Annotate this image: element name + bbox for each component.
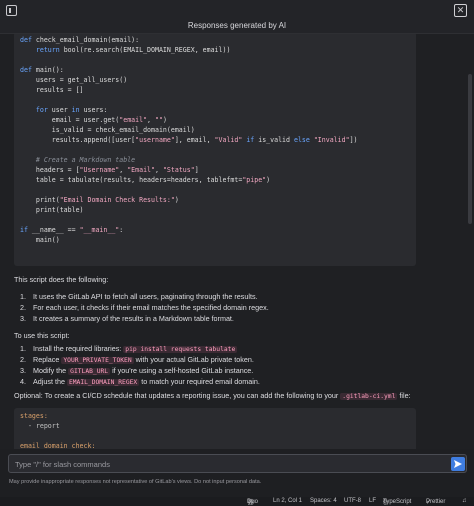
- panel-title: Responses generated by AI: [187, 21, 287, 30]
- code-line: if __name__ == "__main__":: [20, 226, 124, 234]
- list-item: 4. Adjust the EMAIL_DOMAIN_REGEX to match…: [20, 377, 260, 386]
- sidebar-toggle-icon[interactable]: [6, 5, 17, 16]
- chat-input[interactable]: [15, 458, 445, 470]
- code-line: main(): [20, 236, 60, 244]
- code-line: return bool(re.search(EMAIL_DOMAIN_REGEX…: [35, 46, 231, 54]
- code-line: users = get_all_users(): [20, 76, 128, 84]
- python-code-block: def check_email_domain(email): return bo…: [14, 34, 416, 266]
- indentation[interactable]: Spaces: 4: [310, 498, 337, 504]
- send-button[interactable]: [451, 457, 465, 471]
- code-line: # Create a Markdown table: [20, 156, 136, 164]
- inline-code: YOUR_PRIVATE_TOKEN: [61, 357, 134, 364]
- list-item: 1. Install the required libraries: pip in…: [20, 344, 238, 353]
- optional-note: Optional: To create a CI/CD schedule tha…: [14, 391, 411, 400]
- inline-code: EMAIL_DOMAIN_REGEX: [66, 379, 140, 386]
- usage-intro: To use this script:: [14, 331, 70, 340]
- line-ending[interactable]: LF: [369, 498, 376, 504]
- code-line: email_domain_check:: [20, 442, 96, 449]
- code-line: print("Email Domain Check Results:"): [20, 196, 179, 204]
- code-line: for user in users:: [35, 106, 108, 114]
- scrollbar[interactable]: [468, 74, 472, 224]
- cursor-position[interactable]: Ln 2, Col 1: [273, 498, 302, 504]
- send-icon: [454, 460, 462, 468]
- inline-code: GITLAB_URL: [68, 368, 111, 375]
- inline-code: pip install requests tabulate: [123, 346, 238, 353]
- code-line: results = []: [20, 86, 84, 94]
- encoding[interactable]: UTF-8: [344, 498, 361, 504]
- yaml-code-block: stages: - reportemail_domain_check: stag…: [14, 408, 416, 449]
- panel-header: Responses generated by AI ✕: [0, 0, 474, 34]
- chat-input-box: [8, 454, 467, 473]
- code-line: is_valid = check_email_domain(email): [20, 126, 195, 134]
- code-line: def main():: [20, 66, 64, 74]
- list-item: 3. It creates a summary of the results in…: [20, 314, 234, 323]
- code-line: stages:: [20, 412, 48, 420]
- close-icon[interactable]: ✕: [454, 4, 467, 17]
- inline-code: .gitlab-ci.yml: [340, 393, 398, 400]
- notifications-icon[interactable]: ♫: [462, 498, 467, 504]
- chat-messages[interactable]: def check_email_domain(email): return bo…: [0, 34, 474, 449]
- code-line: - report: [20, 422, 60, 430]
- code-line: results.append([user["username"], email,…: [20, 136, 358, 144]
- list-item: 2. Replace YOUR_PRIVATE_TOKEN with your a…: [20, 355, 254, 364]
- status-bar: ⛓ Duo Ln 2, Col 1 Spaces: 4 UTF-8 LF {} …: [0, 497, 474, 506]
- list-item: 3. Modify the GITLAB_URL if you're using …: [20, 366, 254, 375]
- summary-intro: This script does the following:: [14, 275, 109, 284]
- list-item: 2. For each user, it checks if their emai…: [20, 303, 269, 312]
- disclaimer-text: May provide inappropriate responses not …: [9, 479, 262, 485]
- code-line: def check_email_domain(email):: [20, 36, 140, 44]
- code-line: email = user.get("email", ""): [20, 116, 167, 124]
- code-line: headers = ["Username", "Email", "Status"…: [20, 166, 199, 174]
- code-line: print(table): [20, 206, 84, 214]
- list-item: 1. It uses the GitLab API to fetch all us…: [20, 292, 258, 301]
- code-line: table = tabulate(results, headers=header…: [20, 176, 271, 184]
